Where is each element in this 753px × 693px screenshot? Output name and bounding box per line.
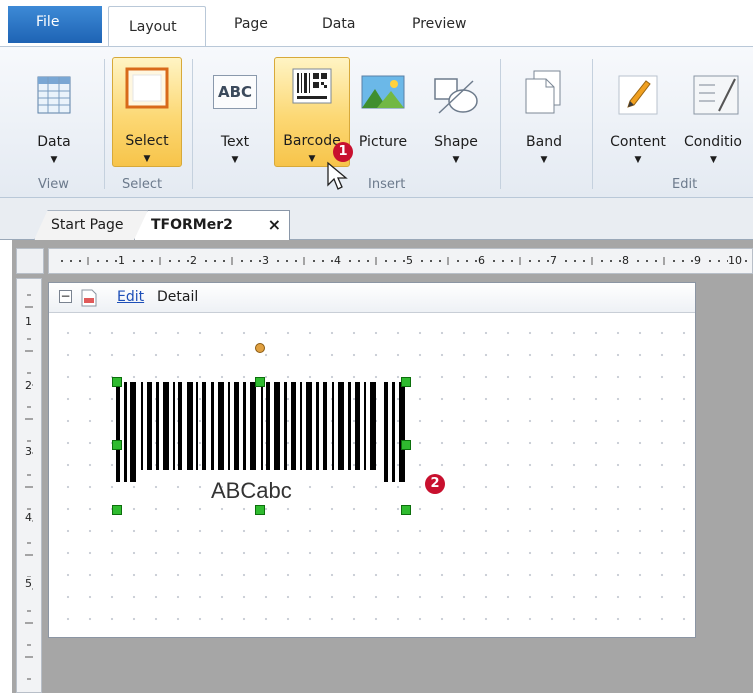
group-label-select: Select <box>122 177 163 192</box>
data-grid-icon <box>37 76 71 114</box>
design-workspace: 1 2 3 4 5 6 7 8 9 10 1 2 3 4 5 − Edit De… <box>0 240 753 693</box>
left-edge-strip <box>0 240 12 693</box>
separator <box>104 59 105 189</box>
document-tab-strip: Start Page TFORMer2 × <box>0 198 753 240</box>
text-abc-icon: ABC <box>213 75 257 109</box>
pencil-icon <box>618 75 658 115</box>
resize-handle-top-left[interactable] <box>112 377 122 387</box>
condition-button-label: Conditio <box>684 134 742 150</box>
callout-badge-2: 2 <box>425 474 445 494</box>
vruler-number: 2 <box>25 379 32 392</box>
resize-handle-bottom-right[interactable] <box>401 505 411 515</box>
hruler-number: 10 <box>728 254 742 267</box>
chevron-down-icon: ▼ <box>143 154 151 164</box>
chevron-down-icon: ▼ <box>540 155 548 165</box>
chevron-down-icon: ▼ <box>452 155 460 165</box>
data-button[interactable]: Data ▼ <box>26 59 82 167</box>
barcode-human-readable: ABCabc <box>211 478 292 503</box>
collapse-icon[interactable]: − <box>59 290 72 303</box>
picture-button[interactable]: Picture <box>352 59 414 167</box>
close-tab-icon[interactable]: × <box>268 215 281 234</box>
content-button-label: Content <box>610 134 666 150</box>
vertical-ruler: 1 2 3 4 5 <box>16 278 42 693</box>
band-title: Detail <box>157 289 199 305</box>
tab-preview[interactable]: Preview <box>412 8 482 45</box>
vruler-number: 3 <box>25 445 32 458</box>
chevron-down-icon: ▼ <box>634 155 642 165</box>
callout-badge-1: 1 <box>333 142 353 162</box>
ribbon-tab-strip: File Layout Page Data Preview <box>0 0 753 48</box>
horizontal-ruler: 1 2 3 4 5 6 7 8 9 10 <box>48 248 753 274</box>
mouse-cursor-icon <box>327 161 348 190</box>
band-header: − Edit Detail <box>49 283 695 313</box>
vruler-number: 1 <box>25 315 32 328</box>
tab-file[interactable]: File <box>8 6 102 43</box>
picture-button-label: Picture <box>358 134 408 150</box>
resize-handle-top-right[interactable] <box>401 377 411 387</box>
tab-layout[interactable]: Layout <box>108 6 206 48</box>
hruler-number: 7 <box>550 254 557 267</box>
hruler-number: 6 <box>478 254 485 267</box>
group-label-insert: Insert <box>368 177 406 192</box>
hruler-number: 9 <box>694 254 701 267</box>
tab-tformer2[interactable]: TFORMer2 × <box>134 210 290 240</box>
vertical-ruler-ticks <box>25 294 33 680</box>
band-button-label: Band <box>526 134 562 150</box>
tab-start-page[interactable]: Start Page <box>34 210 148 240</box>
hruler-number: 3 <box>262 254 269 267</box>
barcode-object[interactable]: ABCabc <box>116 382 406 512</box>
separator <box>592 59 593 189</box>
chevron-down-icon: ▼ <box>50 155 58 165</box>
picture-icon <box>361 75 405 109</box>
band-edit-link[interactable]: Edit <box>117 289 144 305</box>
ribbon-panel: Data ▼ Select ▼ ABC Text ▼ Barcode ▼ Pic… <box>0 46 753 198</box>
hruler-number: 8 <box>622 254 629 267</box>
band-pages-icon <box>525 70 561 114</box>
vruler-number: 5 <box>25 577 32 590</box>
resize-handle-bottom-center[interactable] <box>255 505 265 515</box>
resize-handle-middle-right[interactable] <box>401 440 411 450</box>
separator <box>500 59 501 189</box>
select-frame-icon <box>125 67 169 109</box>
vruler-number: 4 <box>25 511 32 524</box>
chevron-down-icon: ▼ <box>710 155 717 165</box>
hruler-number: 5 <box>406 254 413 267</box>
barcode-icon <box>292 68 332 104</box>
data-button-label: Data <box>37 134 71 150</box>
select-button-label: Select <box>125 133 169 149</box>
detail-band[interactable]: − Edit Detail ABCabc 2 <box>48 282 696 638</box>
group-label-view: View <box>38 177 69 192</box>
select-button[interactable]: Select ▼ <box>112 57 182 167</box>
band-button[interactable]: Band ▼ <box>514 59 574 167</box>
hruler-number: 1 <box>118 254 125 267</box>
resize-handle-middle-left[interactable] <box>112 440 122 450</box>
condition-icon <box>693 75 739 115</box>
shape-button-label: Shape <box>434 134 478 150</box>
hruler-number: 4 <box>334 254 341 267</box>
tab-tformer2-label: TFORMer2 <box>151 217 233 233</box>
tab-data[interactable]: Data <box>322 8 372 45</box>
resize-handle-bottom-left[interactable] <box>112 505 122 515</box>
ruler-corner <box>16 248 44 274</box>
rotation-handle[interactable] <box>255 343 265 353</box>
text-button[interactable]: ABC Text ▼ <box>206 59 264 167</box>
horizontal-ruler-ticks <box>61 257 747 265</box>
tab-page[interactable]: Page <box>234 8 284 45</box>
hruler-number: 2 <box>190 254 197 267</box>
group-label-edit: Edit <box>672 177 698 192</box>
content-button[interactable]: Content ▼ <box>600 59 676 167</box>
text-button-label: Text <box>220 134 250 150</box>
shape-button[interactable]: Shape ▼ <box>426 59 486 167</box>
resize-handle-top-center[interactable] <box>255 377 265 387</box>
shape-icon <box>434 78 478 114</box>
separator <box>192 59 193 189</box>
band-page-icon <box>81 289 97 307</box>
condition-button[interactable]: Conditio ▼ <box>684 59 753 167</box>
chevron-down-icon: ▼ <box>231 155 239 165</box>
barcode-bars <box>116 382 405 482</box>
